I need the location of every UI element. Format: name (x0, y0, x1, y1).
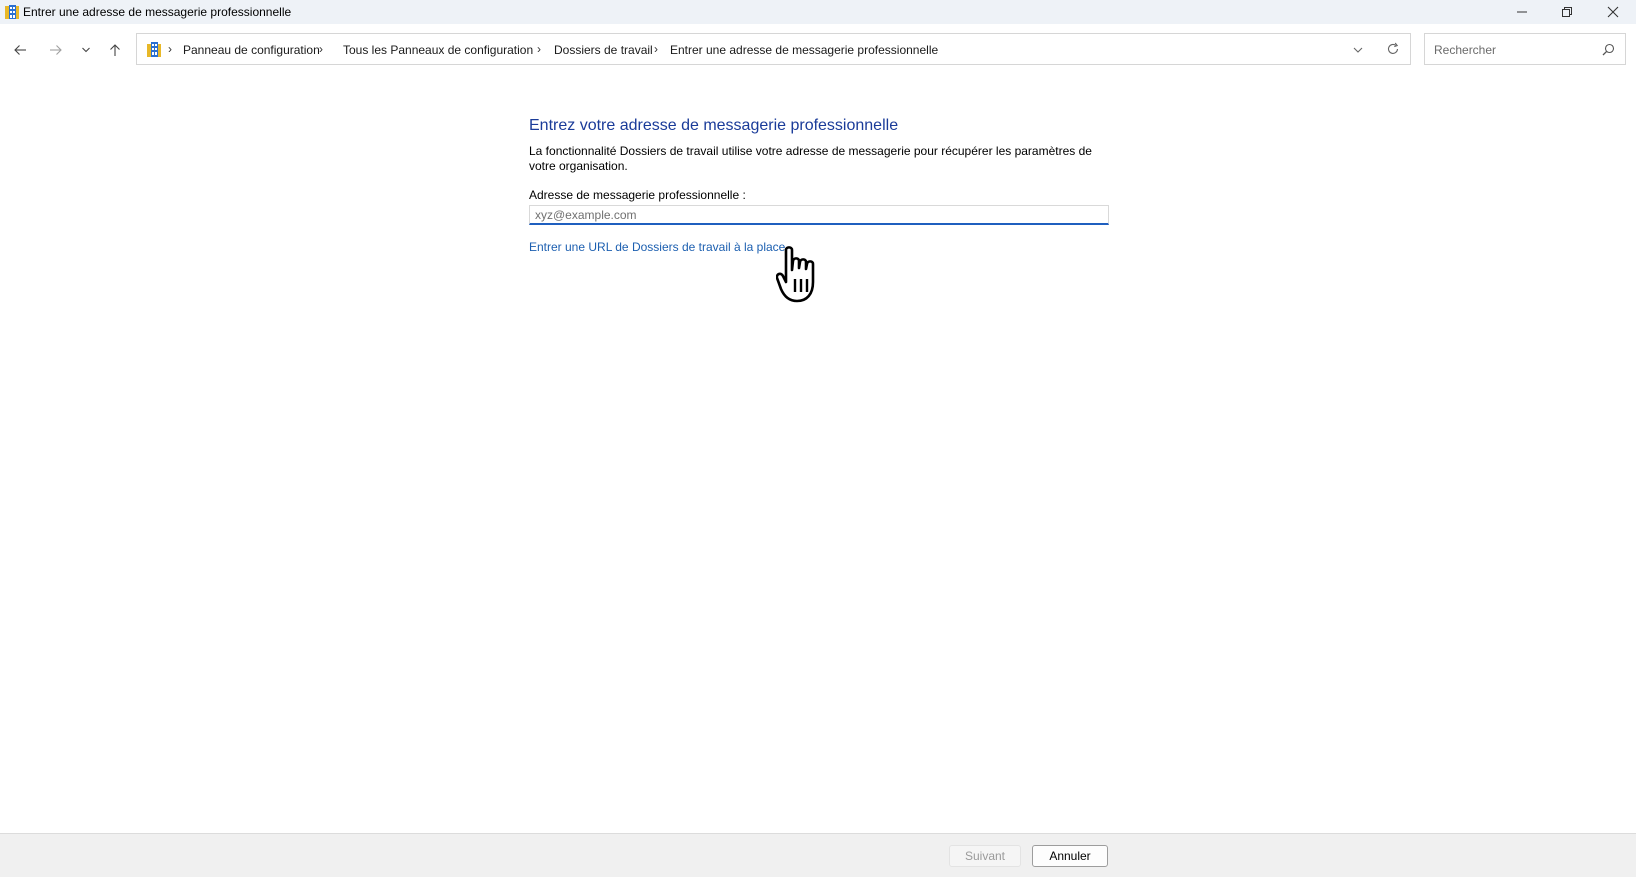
search-placeholder[interactable]: Rechercher (1434, 43, 1496, 57)
control-panel-icon (147, 42, 161, 57)
forward-arrow-icon (50, 45, 62, 55)
breadcrumb-current-page[interactable]: Entrer une adresse de messagerie profess… (670, 43, 938, 57)
window-title: Entrer une adresse de messagerie profess… (23, 5, 292, 19)
search-icon[interactable] (1602, 43, 1615, 56)
cancel-button[interactable]: Annuler (1032, 845, 1108, 867)
title-bar: Entrer une adresse de messagerie profess… (0, 0, 1636, 24)
work-folders-app-icon (5, 5, 19, 19)
search-box[interactable]: Rechercher (1424, 33, 1626, 65)
breadcrumb-separator[interactable]: › (319, 42, 323, 56)
page-description: La fonctionnalité Dossiers de travail ut… (529, 144, 1092, 173)
refresh-icon (1387, 42, 1399, 54)
next-button[interactable]: Suivant (949, 845, 1021, 867)
recent-locations-button[interactable] (74, 38, 98, 62)
dialog-footer (0, 833, 1636, 877)
breadcrumb-all-control-panel-items[interactable]: Tous les Panneaux de configuration (343, 43, 533, 57)
page-heading: Entrez votre adresse de messagerie profe… (529, 117, 899, 134)
forward-button[interactable] (44, 38, 68, 62)
hand-pointer-cursor-icon (776, 246, 815, 303)
email-field[interactable] (529, 205, 1109, 225)
email-field-label: Adresse de messagerie professionnelle : (529, 188, 746, 202)
enter-url-instead-link[interactable]: Entrer une URL de Dossiers de travail à … (529, 240, 785, 254)
breadcrumb-separator[interactable]: › (168, 42, 172, 56)
minimize-icon (1517, 11, 1527, 13)
back-button[interactable] (8, 38, 32, 62)
close-icon (1607, 6, 1619, 18)
breadcrumb-separator[interactable]: › (654, 42, 658, 56)
address-bar[interactable]: › Panneau de configuration › Tous les Pa… (136, 33, 1411, 65)
breadcrumb-separator[interactable]: › (537, 42, 541, 56)
chevron-down-icon (82, 47, 90, 53)
chevron-down-icon (1353, 47, 1363, 53)
breadcrumb-control-panel[interactable]: Panneau de configuration (183, 43, 320, 57)
up-button[interactable] (103, 38, 127, 62)
refresh-button[interactable] (1384, 40, 1402, 58)
back-arrow-icon (14, 45, 26, 55)
restore-icon (1562, 7, 1572, 17)
breadcrumb-work-folders[interactable]: Dossiers de travail (554, 43, 653, 57)
address-history-dropdown[interactable] (1352, 44, 1366, 56)
minimize-button[interactable] (1499, 0, 1545, 24)
up-arrow-icon (110, 44, 120, 56)
close-button[interactable] (1590, 0, 1636, 24)
restore-button[interactable] (1544, 0, 1590, 24)
